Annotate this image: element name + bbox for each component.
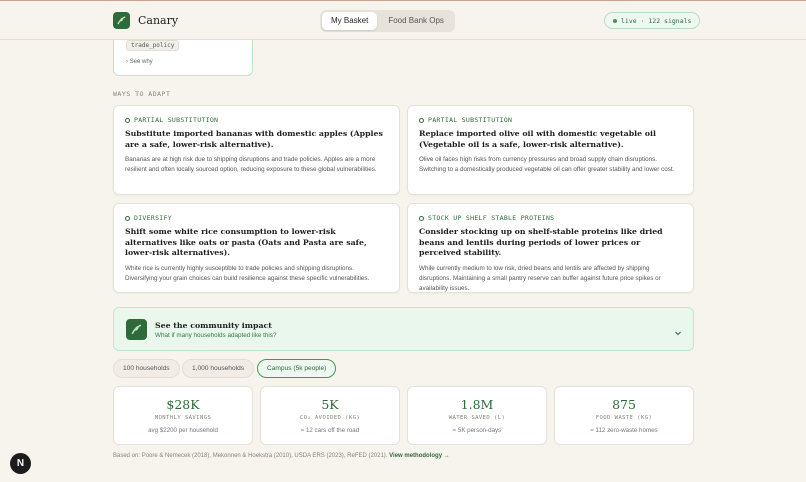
scale-option-100-households[interactable]: 100 households (113, 359, 180, 378)
card-kind: PARTIAL SUBSTITUTION (125, 116, 388, 124)
stat-subtext: ≈ 12 cars off the road (300, 427, 360, 434)
sprout-icon (126, 319, 147, 340)
card-kind-label: STOCK UP SHELF STABLE PROTEINS (428, 214, 555, 222)
tab-food-bank-ops[interactable]: Food Bank Ops (379, 12, 453, 30)
scale-option-campus[interactable]: Campus (5k people) (257, 359, 337, 378)
card-kind-label: PARTIAL SUBSTITUTION (428, 116, 513, 124)
card-kind: DIVERSIFY (125, 214, 388, 222)
card-kind-label: DIVERSIFY (134, 214, 172, 222)
stat-value: $28K (166, 397, 200, 412)
circle-icon (419, 117, 424, 123)
card-body: Olive oil faces high risks from currency… (419, 156, 675, 174)
stat-subtext: avg $2200 per household (148, 427, 218, 434)
live-status-badge: live · 122 signals (604, 12, 701, 29)
stat-monthly-savings: $28K MONTHLY SAVINGS avg $2200 per house… (113, 386, 253, 445)
top-navigation-bar: Canary My Basket Food Bank Ops live · 12… (0, 0, 806, 40)
circle-icon (419, 215, 424, 221)
card-title: Replace imported olive oil with domestic… (419, 129, 656, 149)
community-impact-expander[interactable]: See the community impact What if many ho… (113, 307, 694, 351)
card-title: Shift some white rice consumption to low… (125, 227, 367, 257)
dev-tools-badge[interactable]: N (10, 453, 31, 474)
view-tabs: My Basket Food Bank Ops (320, 10, 455, 32)
circle-icon (125, 117, 130, 123)
chevron-down-icon[interactable] (674, 324, 682, 342)
scale-option-1000-households[interactable]: 1,000 households (182, 359, 255, 378)
view-methodology-link[interactable]: View methodology → (389, 453, 450, 459)
community-impact-title: See the community impact (155, 321, 272, 330)
stat-value: 5K (321, 397, 339, 412)
card-kind: STOCK UP SHELF STABLE PROTEINS (419, 214, 682, 222)
stat-label: FOOD WASTE (KG) (595, 415, 653, 421)
stat-food-waste: 875 FOOD WASTE (KG) ≈ 112 zero-waste hom… (554, 386, 694, 445)
stat-label: CO₂ AVOIDED (KG) (299, 415, 361, 421)
card-title: Substitute imported bananas with domesti… (125, 129, 383, 149)
brand[interactable]: Canary (113, 12, 178, 29)
card-kind: PARTIAL SUBSTITUTION (419, 116, 682, 124)
adapt-card-proteins: STOCK UP SHELF STABLE PROTEINS Consider … (407, 203, 694, 293)
stat-value: 875 (612, 397, 636, 412)
stat-value: 1.8M (460, 397, 494, 412)
canary-logo-icon (113, 12, 130, 29)
live-dot-icon (613, 18, 617, 23)
stat-label: MONTHLY SAVINGS (154, 415, 212, 421)
sources-footnote: Based on: Poore & Nemecek (2018), Mekonn… (113, 453, 450, 459)
adapt-card-olive-oil: PARTIAL SUBSTITUTION Replace imported ol… (407, 105, 694, 195)
tab-my-basket[interactable]: My Basket (322, 12, 378, 30)
card-body: White rice is currently highly susceptib… (125, 264, 370, 282)
live-status-text: live · 122 signals (621, 16, 692, 25)
circle-icon (125, 215, 130, 221)
card-title: Consider stocking up on shelf-stable pro… (419, 227, 663, 257)
stat-subtext: ≈ 112 zero-waste homes (590, 427, 658, 434)
see-why-link[interactable]: › See why (126, 59, 153, 65)
stat-co2-avoided: 5K CO₂ AVOIDED (KG) ≈ 12 cars off the ro… (260, 386, 400, 445)
card-body: Bananas are at high risk due to shipping… (125, 156, 377, 174)
sources-text: Based on: Poore & Nemecek (2018), Mekonn… (113, 453, 388, 459)
card-kind-label: PARTIAL SUBSTITUTION (134, 116, 219, 124)
card-body: While currently medium to low risk, drie… (419, 264, 661, 293)
stat-label: WATER SAVED (L) (448, 415, 506, 421)
stat-water-saved: 1.8M WATER SAVED (L) ≈ 5K person-days (407, 386, 547, 445)
community-impact-subtitle: What if many households adapted like thi… (155, 332, 277, 339)
stat-subtext: ≈ 5K person-days (452, 427, 502, 434)
brand-name: Canary (138, 14, 179, 27)
adapt-card-rice: DIVERSIFY Shift some white rice consumpt… (113, 203, 400, 293)
trade-policy-tag: trade_policy (126, 40, 180, 51)
ways-to-adapt-heading: WAYS TO ADAPT (113, 90, 171, 98)
adapt-card-bananas: PARTIAL SUBSTITUTION Substitute imported… (113, 105, 400, 195)
